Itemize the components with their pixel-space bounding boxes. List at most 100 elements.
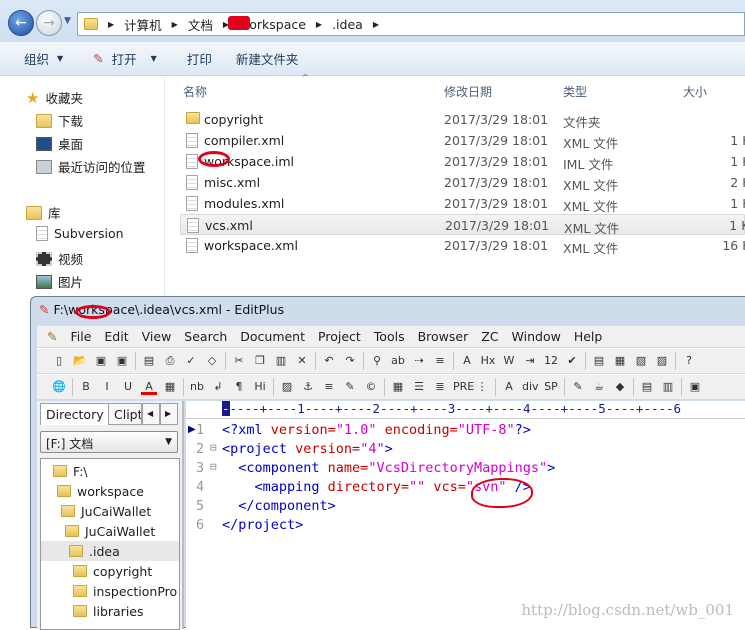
- center-icon[interactable]: ≣: [432, 379, 448, 395]
- undo-icon[interactable]: ↶: [321, 353, 337, 369]
- open-button[interactable]: ✎ 打开 ▼: [75, 49, 169, 68]
- file-row[interactable]: modules.xml 2017/3/29 18:01 XML 文件 1 KB: [166, 193, 745, 214]
- new-folder-button[interactable]: 新建文件夹: [224, 49, 311, 68]
- column-name[interactable]: 名称: [183, 83, 207, 100]
- frame-icon[interactable]: ▤: [639, 379, 655, 395]
- save-all-icon[interactable]: ▣: [114, 353, 130, 369]
- tag-icon[interactable]: A: [501, 379, 517, 395]
- panel2-icon[interactable]: ▦: [612, 353, 628, 369]
- menu-search[interactable]: Search: [184, 329, 227, 344]
- redo-icon[interactable]: ↷: [342, 353, 358, 369]
- anchor-icon[interactable]: ⚓: [300, 379, 316, 395]
- back-button[interactable]: ←: [8, 10, 34, 36]
- list-icon[interactable]: ☰: [411, 379, 427, 395]
- underline-icon[interactable]: U: [120, 379, 136, 395]
- line-numbers-icon[interactable]: ≡: [432, 353, 448, 369]
- paint-icon[interactable]: ☕: [591, 379, 607, 395]
- save-icon[interactable]: ▣: [93, 353, 109, 369]
- menu-edit[interactable]: Edit: [104, 329, 128, 344]
- help-icon[interactable]: ?: [681, 353, 697, 369]
- edit-icon[interactable]: ✎: [342, 379, 358, 395]
- address-bar[interactable]: ▶ 计算机 ▶ 文档 ▶ workspace ▶ .idea ▶: [77, 12, 745, 36]
- file-row[interactable]: vcs.xml2017/3/29 18:01XML 文件1 KB: [180, 214, 745, 236]
- panel-icon[interactable]: ▤: [591, 353, 607, 369]
- sort-icon[interactable]: 12: [543, 353, 559, 369]
- nav-desktop[interactable]: 桌面: [36, 134, 83, 153]
- edit2-icon[interactable]: ✎: [570, 379, 586, 395]
- panel3-icon[interactable]: ▧: [633, 353, 649, 369]
- chevron-right-icon[interactable]: ▶: [172, 20, 178, 29]
- delete-icon[interactable]: ✕: [294, 353, 310, 369]
- file-row[interactable]: workspace.iml2017/3/29 18:01IML 文件1 KB: [166, 151, 745, 172]
- history-dropdown-icon[interactable]: ▼: [64, 16, 71, 26]
- menu-file[interactable]: File: [70, 329, 91, 344]
- tree-node[interactable]: libraries: [41, 601, 179, 621]
- column-type[interactable]: 类型: [563, 83, 587, 100]
- tab-scroll-left[interactable]: ◀: [142, 403, 160, 425]
- italic-icon[interactable]: I: [99, 379, 115, 395]
- tree-node[interactable]: copyright: [41, 561, 179, 581]
- div-icon[interactable]: div: [522, 379, 539, 395]
- open-icon[interactable]: 📂: [72, 353, 88, 369]
- heading-icon[interactable]: Hi: [252, 379, 268, 395]
- print-button[interactable]: 打印: [169, 49, 224, 68]
- chevron-right-icon[interactable]: ▶: [316, 20, 322, 29]
- comment-icon[interactable]: ©: [363, 379, 379, 395]
- line-break-icon[interactable]: ↲: [210, 379, 226, 395]
- image-icon[interactable]: ▨: [279, 379, 295, 395]
- paste-icon[interactable]: ▥: [273, 353, 289, 369]
- word-wrap-icon[interactable]: W: [501, 353, 517, 369]
- tree-node[interactable]: workspace: [41, 481, 179, 501]
- bullets-icon[interactable]: ⋮: [474, 379, 490, 395]
- forward-button[interactable]: →: [36, 10, 62, 36]
- new-file-icon[interactable]: ▯: [51, 353, 67, 369]
- more-icon[interactable]: ▣: [687, 379, 703, 395]
- tab-scroll-right[interactable]: ▶: [160, 403, 178, 425]
- file-row[interactable]: misc.xml 2017/3/29 18:01 XML 文件 2 KB: [166, 172, 745, 193]
- goto-icon[interactable]: ⇢: [411, 353, 427, 369]
- color-picker-icon[interactable]: ▦: [162, 379, 178, 395]
- chevron-right-icon[interactable]: ▶: [373, 20, 379, 29]
- spell-check-icon[interactable]: ✓: [183, 353, 199, 369]
- font-color-icon[interactable]: A: [141, 379, 157, 395]
- column-size[interactable]: 大小: [683, 83, 707, 100]
- column-date[interactable]: 修改日期: [444, 83, 492, 100]
- panel4-icon[interactable]: ▨: [654, 353, 670, 369]
- menu-zc[interactable]: ZC: [481, 329, 498, 344]
- indent-icon[interactable]: ⇥: [522, 353, 538, 369]
- menu-browser[interactable]: Browser: [418, 329, 469, 344]
- table-icon[interactable]: ▦: [390, 379, 406, 395]
- menu-project[interactable]: Project: [318, 329, 361, 344]
- file-row[interactable]: compiler.xml 2017/3/29 18:01 XML 文件 1 KB: [166, 130, 745, 151]
- tree-node[interactable]: .idea: [41, 541, 179, 561]
- menu-tools[interactable]: Tools: [374, 329, 405, 344]
- span-icon[interactable]: SP: [543, 379, 559, 395]
- paragraph-icon[interactable]: ¶: [231, 379, 247, 395]
- nav-libraries[interactable]: 库: [26, 203, 61, 222]
- menu-view[interactable]: View: [142, 329, 172, 344]
- nav-pictures[interactable]: 图片: [36, 272, 83, 291]
- file-row[interactable]: workspace.xml 2017/3/29 18:01 XML 文件 16 KB: [166, 235, 745, 256]
- form-icon[interactable]: ▥: [660, 379, 676, 395]
- tab-cliptext[interactable]: Clipt: [108, 403, 142, 425]
- tree-node[interactable]: inspectionPro: [41, 581, 179, 601]
- copy-icon[interactable]: ❐: [252, 353, 268, 369]
- file-row[interactable]: copyright 2017/3/29 18:01 文件夹: [166, 109, 745, 130]
- tree-node[interactable]: F:\: [41, 461, 179, 481]
- menu-help[interactable]: Help: [574, 329, 603, 344]
- bold-icon[interactable]: B: [78, 379, 94, 395]
- fold-toggle-icon[interactable]: ⊟: [210, 460, 217, 473]
- nav-favorites[interactable]: ★ 收藏夹: [26, 88, 83, 107]
- tree-node[interactable]: JuCaiWallet: [41, 521, 179, 541]
- nav-subversion[interactable]: Subversion: [36, 226, 124, 241]
- nbsp-icon[interactable]: nb: [189, 379, 205, 395]
- check-icon[interactable]: ✔: [564, 353, 580, 369]
- breadcrumb-idea[interactable]: .idea: [332, 17, 363, 32]
- replace-icon[interactable]: ab: [390, 353, 406, 369]
- print-icon[interactable]: ⎙: [162, 353, 178, 369]
- chevron-right-icon[interactable]: ▶: [108, 20, 114, 29]
- font-icon[interactable]: A: [459, 353, 475, 369]
- shapes-icon[interactable]: ◆: [612, 379, 628, 395]
- print-preview-icon[interactable]: ▤: [141, 353, 157, 369]
- nav-videos[interactable]: 视频: [36, 249, 83, 268]
